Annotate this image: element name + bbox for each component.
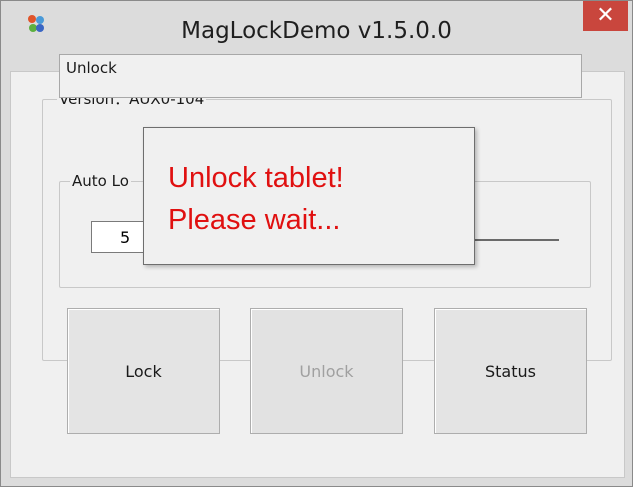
lock-button[interactable]: Lock xyxy=(67,308,220,434)
status-button[interactable]: Status xyxy=(434,308,587,434)
window-title: MagLockDemo v1.5.0.0 xyxy=(181,18,452,44)
lock-button-label: Lock xyxy=(125,361,162,381)
status-text-box: Unlock xyxy=(59,54,582,98)
unlock-progress-popup: Unlock tablet! Please wait... xyxy=(143,127,475,265)
close-icon: ✕ xyxy=(596,3,615,28)
autolock-slider[interactable] xyxy=(471,239,559,241)
app-window: MagLockDemo v1.5.0.0 ✕ Version：AUX0-104 … xyxy=(0,0,633,487)
status-text: Unlock xyxy=(66,59,117,77)
popup-line-1: Unlock tablet! xyxy=(168,162,344,194)
close-button[interactable]: ✕ xyxy=(583,1,628,31)
unlock-button[interactable]: Unlock xyxy=(250,308,403,434)
title-bar[interactable]: MagLockDemo v1.5.0.0 ✕ xyxy=(1,1,632,44)
unlock-button-label: Unlock xyxy=(299,361,354,381)
autolock-label: Auto Lo xyxy=(70,172,131,190)
popup-line-2: Please wait... xyxy=(168,204,341,236)
status-button-label: Status xyxy=(485,361,536,381)
